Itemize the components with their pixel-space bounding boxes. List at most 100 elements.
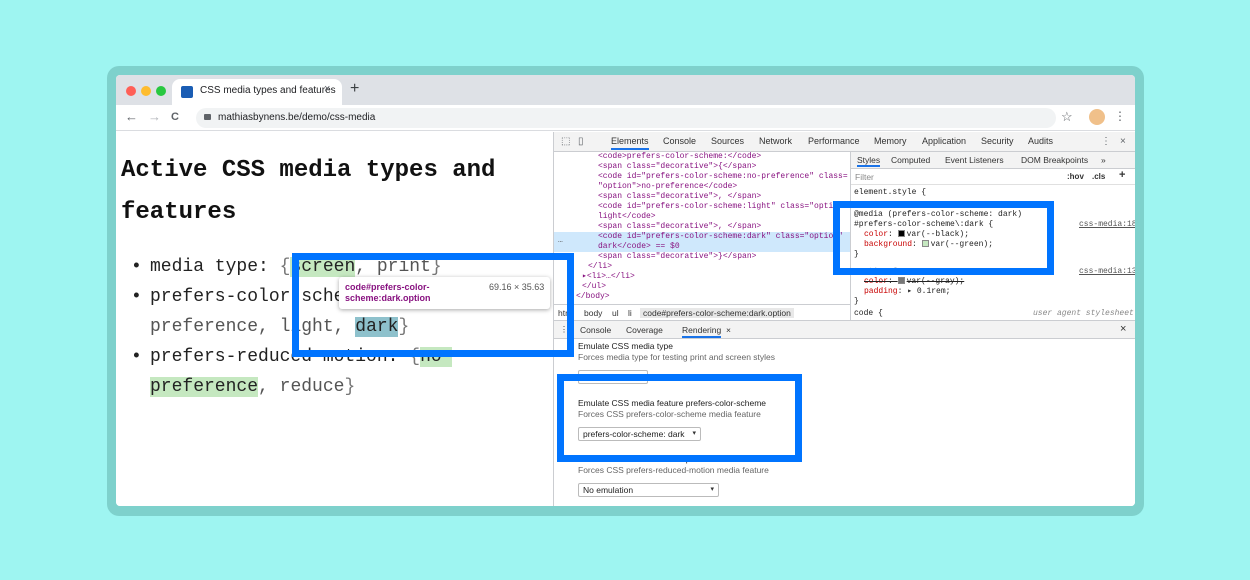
rule-source-link[interactable]: css-media:13 (1079, 267, 1135, 276)
dom-node[interactable]: </li> (588, 262, 612, 272)
browser-tab[interactable]: CSS media types and features × (172, 79, 342, 105)
tab-event-listeners[interactable]: Event Listeners (945, 155, 1004, 165)
property-name: padding (864, 287, 898, 296)
forward-button[interactable]: → (148, 109, 161, 125)
drawer-tab-coverage[interactable]: Coverage (626, 325, 663, 335)
dom-node[interactable]: <code>prefers-color-scheme:</code> (598, 152, 761, 162)
prefers-reduced-motion-select[interactable]: No emulation ▾ (578, 483, 719, 497)
dom-node[interactable]: </body> (576, 292, 610, 302)
section-desc: Forces media type for testing print and … (578, 352, 776, 362)
dom-node[interactable]: "option">no-preference</code> (598, 182, 737, 192)
styles-filter-input[interactable] (855, 170, 1055, 183)
tab-sources[interactable]: Sources (711, 136, 744, 146)
dom-node[interactable]: </ul> (582, 282, 606, 292)
color-swatch[interactable] (921, 240, 929, 247)
dom-node[interactable]: <span class="decorative">, </span> (598, 222, 761, 232)
inactive-value: reduce (279, 377, 345, 397)
section-desc: Forces CSS prefers-color-scheme media fe… (578, 409, 761, 419)
dom-node[interactable]: ▸<li>…</li> (582, 272, 635, 282)
styles-tab-bar: Styles Computed Event Listeners DOM Brea… (851, 152, 1135, 169)
new-tab-button[interactable]: + (350, 81, 359, 97)
address-bar[interactable]: mathiasbynens.be/demo/css-media (196, 108, 1056, 128)
tab-elements[interactable]: Elements (611, 136, 649, 150)
breadcrumb-item[interactable]: html (558, 308, 574, 318)
chevron-down-icon: ▾ (710, 486, 714, 493)
tab-performance[interactable]: Performance (808, 136, 860, 146)
media-type-select[interactable]: No emulation ▾ (578, 370, 648, 384)
devtools-menu-icon[interactable]: ⋮ (1101, 136, 1111, 147)
active-value: dark (355, 317, 399, 337)
css-declaration[interactable]: padding: ▸ 0.1rem; (864, 287, 950, 297)
back-button[interactable]: ← (125, 109, 138, 125)
dom-node-selected[interactable]: dark</code> == $0 (554, 242, 850, 252)
rule-source-link[interactable]: css-media:18 (1079, 220, 1135, 229)
list-item-prefers-reduced-motion: • prefers-reduced-motion: {no-preference… (131, 342, 551, 402)
reload-button[interactable]: C (171, 109, 179, 125)
prefers-color-scheme-select[interactable]: prefers-color-scheme: dark ▾ (578, 427, 701, 441)
close-brace: } (344, 377, 356, 397)
css-declaration[interactable]: color: var(--black); (864, 230, 969, 240)
breadcrumb-item[interactable]: li (628, 308, 632, 318)
drawer-close-icon[interactable]: × (1120, 323, 1126, 335)
media-query-label: @media (prefers-color-scheme: dark) (854, 210, 1023, 219)
breadcrumb-item[interactable]: ul (612, 308, 619, 318)
section-title: Emulate CSS media feature prefers-color-… (578, 398, 767, 408)
tab-console[interactable]: Console (663, 136, 696, 146)
rendering-tab-close-icon[interactable]: × (726, 325, 731, 335)
property-name: background (864, 240, 913, 249)
tab-audits[interactable]: Audits (1028, 136, 1053, 146)
open-brace: { (279, 257, 291, 277)
node-ellipsis-icon[interactable]: … (558, 236, 563, 246)
tab-dom-breakpoints[interactable]: DOM Breakpoints (1021, 155, 1088, 165)
minimize-window-button[interactable] (141, 86, 151, 96)
tab-styles[interactable]: Styles (857, 155, 881, 167)
styles-pane: Styles Computed Event Listeners DOM Brea… (850, 152, 1135, 320)
more-tabs-icon[interactable]: » (1101, 155, 1106, 165)
dom-node[interactable]: light</code> (598, 212, 656, 222)
element-style-rule[interactable]: element.style { (854, 188, 926, 198)
rule-selector[interactable]: #prefers-color-scheme\:dark { (854, 220, 993, 230)
property-value: var(--gray); (906, 277, 965, 286)
rule-selector[interactable]: code { (854, 309, 883, 319)
url-text[interactable]: mathiasbynens.be/demo/css-media (218, 112, 375, 123)
drawer-tab-rendering[interactable]: Rendering (682, 325, 722, 338)
color-swatch[interactable] (897, 230, 905, 237)
inspect-element-icon[interactable]: ⬚ (561, 136, 570, 147)
dom-node[interactable]: <span class="decorative">}</span> (598, 252, 756, 262)
browser-menu-icon[interactable]: ⋮ (1114, 109, 1126, 123)
close-window-button[interactable] (126, 86, 136, 96)
dom-node[interactable]: <code id="prefers-color-scheme:light" cl… (598, 202, 843, 212)
tab-memory[interactable]: Memory (874, 136, 907, 146)
color-swatch[interactable] (897, 277, 905, 284)
bookmark-star-icon[interactable]: ☆ (1061, 109, 1073, 125)
css-declaration[interactable]: background: var(--green); (864, 240, 993, 250)
tab-application[interactable]: Application (922, 136, 966, 146)
drawer-menu-icon[interactable]: ⋮ (560, 325, 568, 334)
select-value: prefers-color-scheme: dark (583, 429, 685, 439)
rule-close: } (854, 250, 859, 259)
breadcrumb-item-current[interactable]: code#prefers-color-scheme:dark.option (640, 308, 794, 318)
bullet: • (131, 287, 142, 307)
profile-avatar[interactable] (1089, 109, 1105, 125)
lock-icon (204, 114, 211, 120)
tab-close-icon[interactable]: × (324, 83, 330, 95)
hover-state-button[interactable]: :hov (1067, 172, 1084, 181)
new-rule-button[interactable]: + (1119, 169, 1125, 181)
dom-node[interactable]: <code id="prefers-color-scheme:no-prefer… (598, 172, 848, 182)
tab-computed[interactable]: Computed (891, 155, 930, 165)
tab-title: CSS media types and features (200, 85, 336, 96)
zoom-window-button[interactable] (156, 86, 166, 96)
device-toolbar-icon[interactable]: ▯ (578, 136, 584, 147)
dom-node[interactable]: <span class="decorative">{</span> (598, 162, 756, 172)
rule-selector[interactable]: .option { (854, 267, 897, 277)
dom-node-selected[interactable]: <code id="prefers-color-scheme:dark" cla… (554, 232, 850, 242)
property-value: var(--green); (930, 240, 994, 249)
drawer-tab-console[interactable]: Console (580, 325, 611, 335)
tab-security[interactable]: Security (981, 136, 1014, 146)
devtools-close-icon[interactable]: × (1120, 136, 1126, 147)
class-button[interactable]: .cls (1092, 172, 1105, 181)
tab-network[interactable]: Network (759, 136, 792, 146)
breadcrumb-item[interactable]: body (584, 308, 602, 318)
css-declaration-overridden[interactable]: color: var(--gray); (864, 277, 964, 287)
dom-node[interactable]: <span class="decorative">, </span> (598, 192, 761, 202)
